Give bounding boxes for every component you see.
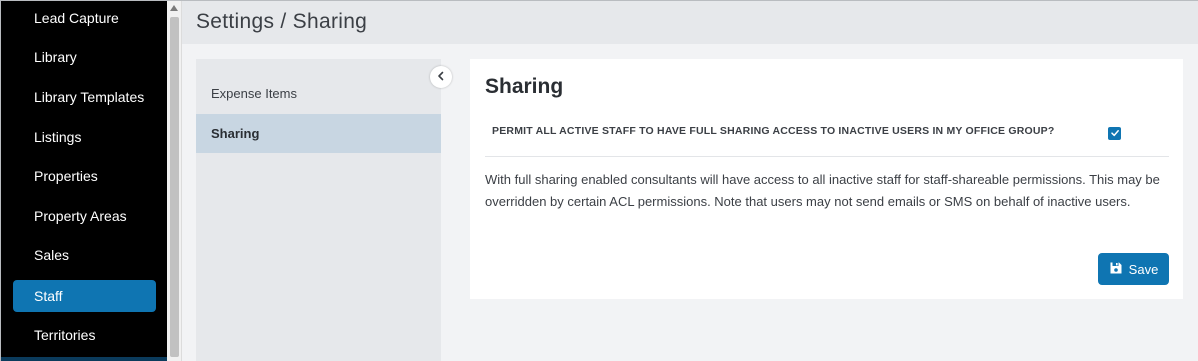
nav-next-item-edge [1,357,167,361]
submenu-item-sharing[interactable]: Sharing [196,114,441,153]
left-nav: Lead Capture Library Library Templates L… [1,1,167,361]
sharing-card: Sharing PERMIT ALL ACTIVE STAFF TO HAVE … [470,59,1183,299]
nav-item-library[interactable]: Library [13,41,156,73]
page-header: Settings / Sharing [182,1,1198,44]
permission-checkbox[interactable] [1108,127,1121,140]
collapse-submenu-button[interactable] [430,66,452,88]
nav-item-library-templates[interactable]: Library Templates [13,81,156,113]
floppy-disk-icon [1109,261,1123,278]
scroll-up-arrow-icon[interactable] [170,5,178,11]
nav-scrollbar[interactable] [167,1,182,361]
divider [485,156,1169,157]
permission-label: PERMIT ALL ACTIVE STAFF TO HAVE FULL SHA… [492,125,1055,137]
checkmark-icon [1110,125,1120,143]
scroll-thumb[interactable] [170,17,179,357]
card-title: Sharing [485,75,564,98]
nav-item-staff[interactable]: Staff [13,280,156,312]
settings-submenu: Expense Items Sharing [196,59,441,361]
submenu-item-expense-items[interactable]: Expense Items [196,74,441,113]
nav-item-lead-capture[interactable]: Lead Capture [13,2,156,34]
nav-item-sales[interactable]: Sales [13,239,156,271]
main-area: Settings / Sharing Expense Items Sharing… [182,1,1198,361]
nav-item-listings[interactable]: Listings [13,121,156,153]
nav-item-territories[interactable]: Territories [13,319,156,351]
page-title: Settings / Sharing [196,10,368,33]
nav-item-property-areas[interactable]: Property Areas [13,200,156,232]
nav-item-properties[interactable]: Properties [13,160,156,192]
sharing-description: With full sharing enabled consultants wi… [485,172,1160,209]
chevron-left-icon [436,68,446,86]
save-button[interactable]: Save [1098,253,1169,285]
save-label: Save [1128,261,1159,277]
